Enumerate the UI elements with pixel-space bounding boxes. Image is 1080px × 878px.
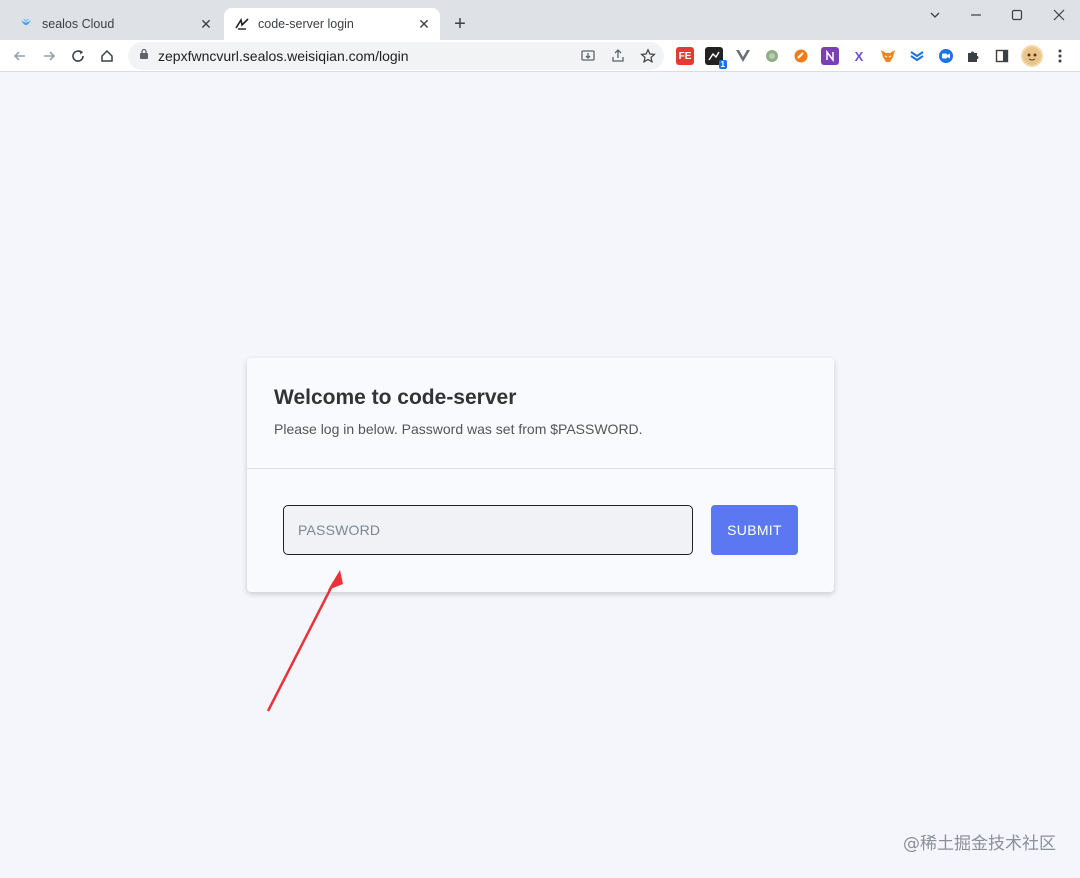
green-ext-icon[interactable]	[763, 47, 781, 65]
menu-kebab-icon[interactable]	[1051, 47, 1069, 65]
tab-search-icon[interactable]	[914, 0, 956, 30]
home-icon[interactable]	[94, 43, 120, 69]
meeting-ext-icon[interactable]	[937, 47, 955, 65]
extensions-puzzle-icon[interactable]	[964, 47, 982, 65]
reload-icon[interactable]	[65, 43, 91, 69]
password-input[interactable]	[283, 505, 693, 555]
bookmark-star-icon[interactable]	[640, 48, 656, 64]
x-ext-icon[interactable]: X	[850, 47, 868, 65]
login-form: SUBMIT	[247, 469, 834, 591]
login-card-header: Welcome to code-server Please log in bel…	[247, 358, 834, 469]
watermark: @稀土掘金技术社区	[903, 834, 1056, 854]
vue-ext-icon[interactable]	[734, 47, 752, 65]
onenote-ext-icon[interactable]	[821, 47, 839, 65]
tab-sealos-cloud[interactable]: sealos Cloud ✕	[8, 8, 222, 40]
close-window-icon[interactable]	[1038, 0, 1080, 30]
tab-title: code-server login	[258, 17, 354, 31]
page-content: Welcome to code-server Please log in bel…	[0, 72, 1080, 878]
forward-icon[interactable]	[36, 43, 62, 69]
address-bar[interactable]: zepxfwncvurl.sealos.weisiqian.com/login	[128, 42, 664, 70]
side-panel-icon[interactable]	[993, 47, 1011, 65]
orange-ext-icon[interactable]	[792, 47, 810, 65]
metamask-ext-icon[interactable]	[879, 47, 897, 65]
close-icon[interactable]: ✕	[414, 14, 434, 34]
submit-button[interactable]: SUBMIT	[711, 505, 798, 555]
extension-badge: 1	[718, 60, 727, 69]
code-server-icon	[234, 16, 250, 32]
login-card: Welcome to code-server Please log in bel…	[247, 358, 834, 592]
flash-ext-icon[interactable]	[908, 47, 926, 65]
tab-code-server-login[interactable]: code-server login ✕	[224, 8, 440, 40]
monitor-ext-icon[interactable]: 1	[705, 47, 727, 69]
browser-toolbar: zepxfwncvurl.sealos.weisiqian.com/login …	[0, 40, 1080, 72]
tab-title: sealos Cloud	[42, 17, 115, 31]
new-tab-icon[interactable]: +	[448, 12, 472, 36]
minimize-icon[interactable]	[955, 0, 997, 30]
fe-ext-icon[interactable]: FE	[676, 47, 694, 65]
url-text: zepxfwncvurl.sealos.weisiqian.com/login	[158, 48, 409, 64]
login-title: Welcome to code-server	[274, 386, 517, 409]
back-icon[interactable]	[7, 43, 33, 69]
lock-icon	[138, 47, 150, 65]
tab-strip: sealos Cloud ✕ code-server login ✕ +	[0, 0, 1080, 40]
profile-avatar[interactable]	[1021, 45, 1043, 67]
close-icon[interactable]: ✕	[196, 14, 216, 34]
login-subtitle: Please log in below. Password was set fr…	[274, 421, 643, 437]
sealos-icon	[18, 16, 34, 32]
share-icon[interactable]	[610, 48, 626, 64]
maximize-icon[interactable]	[996, 0, 1038, 30]
install-app-icon[interactable]	[580, 48, 596, 64]
